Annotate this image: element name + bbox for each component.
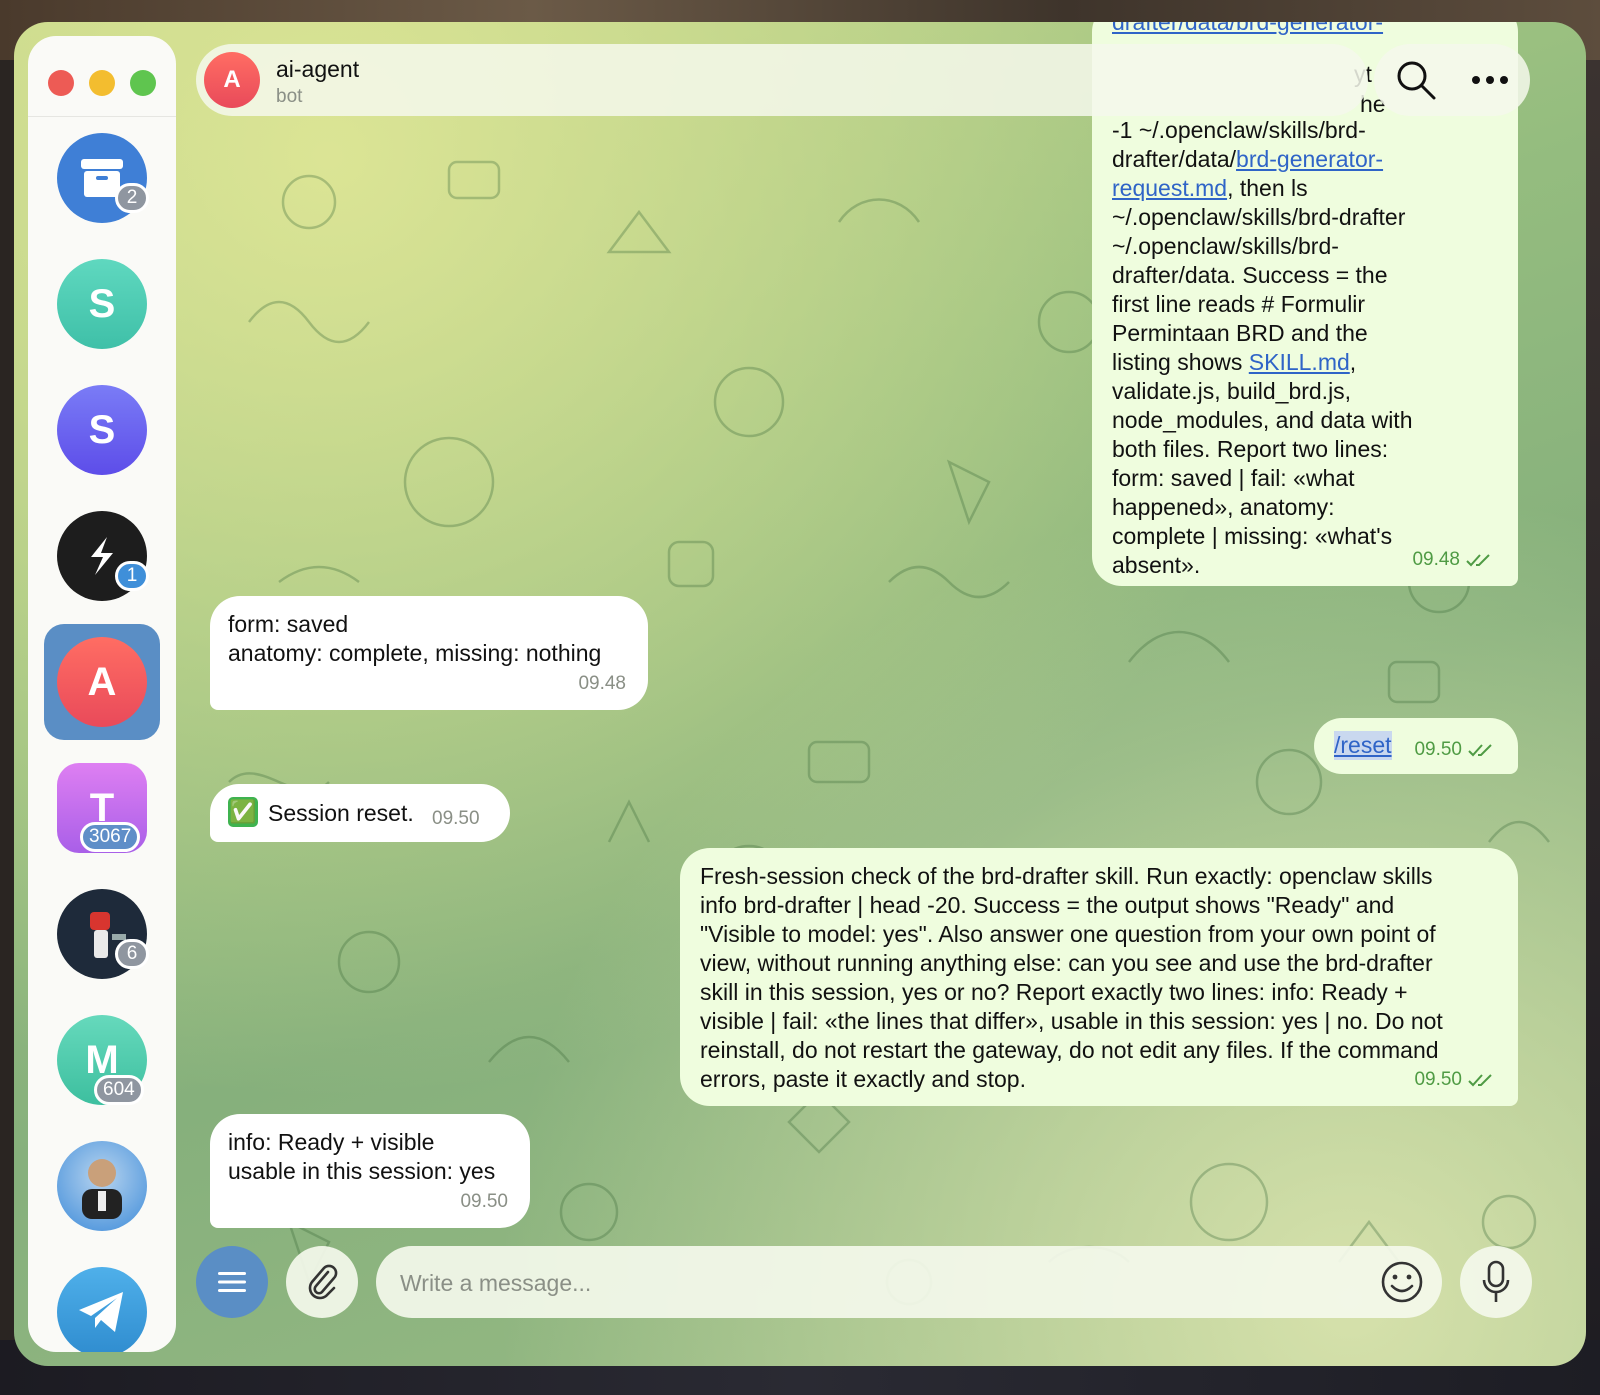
- message-text: info: Ready + visible usable in this ses…: [228, 1129, 496, 1184]
- sidebar-item-dark-logo[interactable]: 1: [44, 498, 160, 614]
- more-dots-icon: [1472, 76, 1508, 84]
- message-time: 09.48: [578, 673, 626, 694]
- telegram-window: 2 S S 1 A T 3067 6 M 604 drafter/data/br…: [14, 22, 1586, 1366]
- microphone-icon: [1482, 1260, 1510, 1302]
- message-text: Fresh-session check of the brd-drafter s…: [700, 863, 1443, 1092]
- message-time: 09.50: [1414, 1069, 1462, 1090]
- chat-avatar[interactable]: A: [204, 52, 260, 108]
- message-composer: [376, 1246, 1442, 1318]
- minimize-window-button[interactable]: [89, 70, 115, 96]
- chat-header[interactable]: A ai-agent bot: [196, 44, 1368, 116]
- sidebar-item-ai-agent[interactable]: A: [44, 624, 160, 740]
- sidebar-item-m-chat[interactable]: M 604: [44, 1002, 160, 1118]
- sidebar-item-telegram[interactable]: [44, 1254, 160, 1352]
- unread-badge: 6: [115, 939, 149, 969]
- emoji-button[interactable]: [1380, 1260, 1424, 1304]
- menu-button[interactable]: [196, 1246, 268, 1318]
- message-time: 09.50: [1414, 739, 1462, 760]
- search-button[interactable]: [1394, 58, 1438, 102]
- attach-button[interactable]: [286, 1246, 358, 1318]
- sidebar-item-t-chat[interactable]: T 3067: [44, 750, 160, 866]
- avatar: S: [57, 385, 147, 475]
- unread-badge: 3067: [80, 822, 141, 852]
- read-checkmarks-icon: [1468, 743, 1492, 756]
- chat-subtitle: bot: [276, 86, 303, 107]
- outgoing-message[interactable]: Fresh-session check of the brd-drafter s…: [680, 848, 1518, 1106]
- telegram-icon: [57, 1267, 147, 1352]
- message-time: 09.50: [432, 808, 480, 829]
- chat-list-sidebar: 2 S S 1 A T 3067 6 M 604: [28, 36, 176, 1352]
- close-window-button[interactable]: [48, 70, 74, 96]
- message-link[interactable]: /reset: [1334, 731, 1392, 760]
- incoming-message[interactable]: ✅ Session reset. 09.50: [210, 784, 510, 842]
- sidebar-item-s-chat[interactable]: S: [44, 246, 160, 362]
- message-link[interactable]: SKILL.md: [1249, 349, 1350, 375]
- sidebar-item-fist-chat[interactable]: 6: [44, 876, 160, 992]
- search-icon: [1397, 61, 1436, 100]
- voice-message-button[interactable]: [1460, 1246, 1532, 1318]
- sidebar-item-archive[interactable]: 2: [44, 120, 160, 236]
- more-options-button[interactable]: [1468, 64, 1512, 96]
- unread-badge: 2: [115, 183, 149, 213]
- incoming-message[interactable]: info: Ready + visible usable in this ses…: [210, 1114, 530, 1228]
- read-checkmarks-icon: [1466, 553, 1490, 566]
- header-tools: [1374, 44, 1530, 116]
- message-text: form: saved anatomy: complete, missing: …: [228, 611, 602, 666]
- message-text: Session reset.: [268, 800, 414, 826]
- sidebar-divider: [28, 116, 176, 117]
- zoom-window-button[interactable]: [130, 70, 156, 96]
- unread-badge: 1: [115, 561, 149, 591]
- message-input[interactable]: [398, 1264, 1362, 1302]
- sidebar-item-person-chat[interactable]: [44, 1128, 160, 1244]
- message-link[interactable]: drafter/data/brd-generator-: [1112, 22, 1383, 35]
- incoming-message[interactable]: form: saved anatomy: complete, missing: …: [210, 596, 648, 710]
- message-time: 09.50: [460, 1191, 508, 1212]
- message-text: , then ls ~/.openclaw/skills/brd-drafter…: [1112, 175, 1406, 375]
- outgoing-message[interactable]: /reset 09.50: [1314, 718, 1518, 774]
- check-mark-emoji: ✅: [228, 797, 258, 827]
- chat-title[interactable]: ai-agent: [276, 56, 359, 83]
- person-avatar-icon: [57, 1141, 147, 1231]
- smiley-icon: [1381, 1261, 1423, 1303]
- avatar: A: [57, 637, 147, 727]
- sidebar-item-s-chat-2[interactable]: S: [44, 372, 160, 488]
- avatar: S: [57, 259, 147, 349]
- unread-badge: 604: [94, 1075, 144, 1105]
- message-text: , validate.js, build_brd.js, node_module…: [1112, 349, 1413, 578]
- paperclip-icon: [308, 1264, 338, 1300]
- menu-icon: [218, 1272, 246, 1292]
- message-time: 09.48: [1412, 549, 1460, 570]
- read-checkmarks-icon: [1468, 1073, 1492, 1086]
